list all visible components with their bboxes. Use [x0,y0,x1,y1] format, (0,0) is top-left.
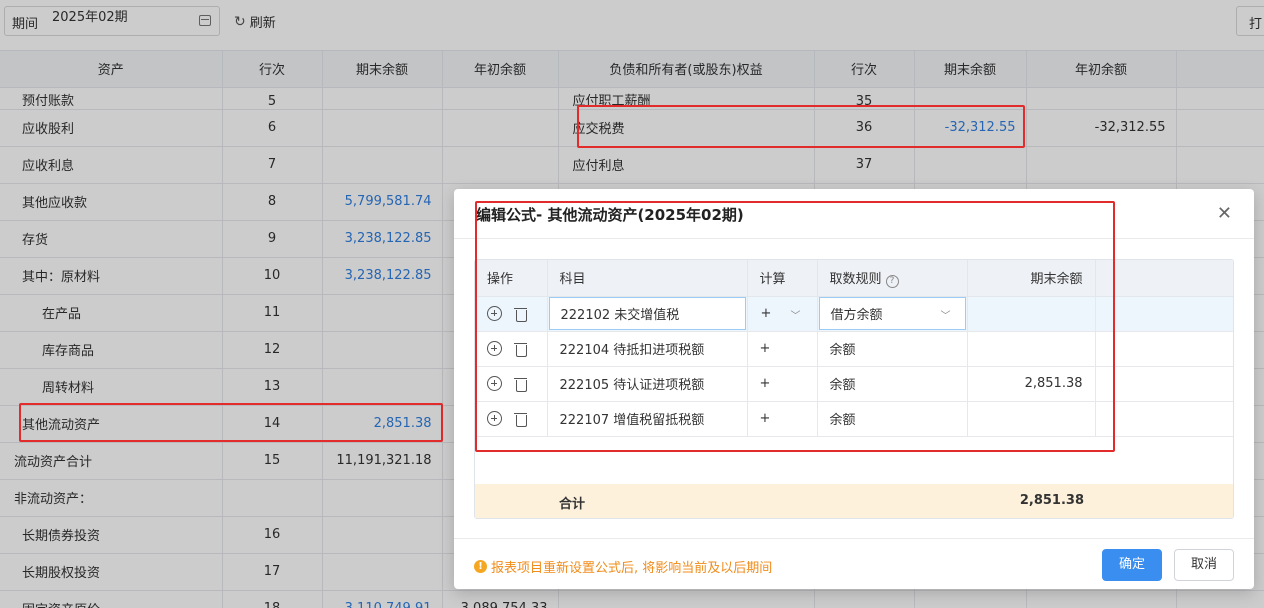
calc-cell[interactable]: + ﹀ [747,296,818,332]
dialog-divider [454,238,1254,239]
col-header-calc: 计算 [747,260,818,297]
end-balance-cell: 2,851.38 [967,366,1096,402]
rule-cell[interactable]: 余额 [817,366,968,402]
subject-cell[interactable]: 222102 未交增值税 [547,296,748,332]
delete-row-icon[interactable] [514,411,527,427]
calc-cell[interactable]: + [747,331,818,367]
col-header-end: 期末余额 [967,260,1096,297]
col-header-subject: 科目 [547,260,748,297]
formula-table: 操作 科目 计算 取数规则? 期末余额 222102 未交增值税 + ﹀ 借方余额 ﹀ 2… [474,259,1234,519]
calc-select[interactable]: + ﹀ [749,297,816,330]
row-actions [487,411,547,427]
formula-row[interactable]: 222102 未交增值税 + ﹀ 借方余额 ﹀ [475,296,1233,332]
subject-value: 222102 未交增值税 [560,308,680,323]
add-row-icon[interactable] [487,376,502,391]
add-row-icon[interactable] [487,341,502,356]
spacer-cell [1095,296,1233,332]
formula-row[interactable]: 222107 增值税留抵税额 + 余额 [475,401,1233,437]
rule-header-label: 取数规则 [829,271,882,287]
formula-row[interactable]: 222105 待认证进项税额 + 余额 2,851.38 [475,366,1233,402]
spacer-cell [1095,331,1233,367]
warning-icon: ! [474,560,487,573]
row-actions [487,306,547,322]
chevron-down-icon: ﹀ [940,311,951,322]
add-row-icon[interactable] [487,306,502,321]
delete-row-icon[interactable] [514,376,527,392]
rule-select[interactable]: 借方余额 ﹀ [818,297,966,330]
calc-value: + [760,306,772,321]
row-actions [487,341,547,357]
close-icon[interactable]: ✕ [1217,203,1232,224]
rule-cell[interactable]: 余额 [817,401,968,437]
subject-cell[interactable]: 222107 增值税留抵税额 [547,401,748,437]
subject-cell[interactable]: 222105 待认证进项税额 [547,366,748,402]
calc-cell[interactable]: + [747,401,818,437]
rule-cell[interactable]: 借方余额 ﹀ [817,296,968,332]
edit-formula-dialog: 编辑公式- 其他流动资产(2025年02期) ✕ 操作 科目 计算 取数规则? … [454,189,1254,589]
spacer-cell [1095,401,1233,437]
row-actions [487,376,547,392]
add-row-icon[interactable] [487,411,502,426]
total-row: 合计 2,851.38 [475,484,1233,518]
rule-value: 借方余额 [830,308,883,323]
subject-cell[interactable]: 222104 待抵扣进项税额 [547,331,748,367]
delete-row-icon[interactable] [514,306,527,322]
calc-cell[interactable]: + [747,366,818,402]
end-balance-cell [967,401,1096,437]
end-balance-cell [967,296,1096,332]
end-balance-cell [967,331,1096,367]
col-header-spacer [1095,260,1233,297]
ops-cell [475,331,548,367]
col-header-ops: 操作 [475,260,548,297]
delete-row-icon[interactable] [514,341,527,357]
spacer-cell [1095,366,1233,402]
ops-cell [475,401,548,437]
ops-cell [475,366,548,402]
subject-input[interactable]: 222102 未交增值税 [548,297,746,330]
col-header-rule: 取数规则? [817,260,968,297]
rule-cell[interactable]: 余额 [817,331,968,367]
ops-cell [475,296,548,332]
footer-divider [454,538,1254,539]
formula-row[interactable]: 222104 待抵扣进项税额 + 余额 [475,331,1233,367]
total-value: 2,851.38 [1019,493,1084,508]
warning-text: 报表项目重新设置公式后, 将影响当前及以后期间 [491,561,773,576]
confirm-button[interactable]: 确定 [1102,549,1162,581]
warning-message: ! 报表项目重新设置公式后, 将影响当前及以后期间 [474,557,772,576]
formula-header-row: 操作 科目 计算 取数规则? 期末余额 [475,260,1233,297]
chevron-down-icon: ﹀ [790,311,801,322]
cancel-button[interactable]: 取消 [1174,549,1234,581]
dialog-title: 编辑公式- 其他流动资产(2025年02期) [476,206,744,224]
total-label: 合计 [559,497,586,512]
help-icon[interactable]: ? [885,274,899,288]
